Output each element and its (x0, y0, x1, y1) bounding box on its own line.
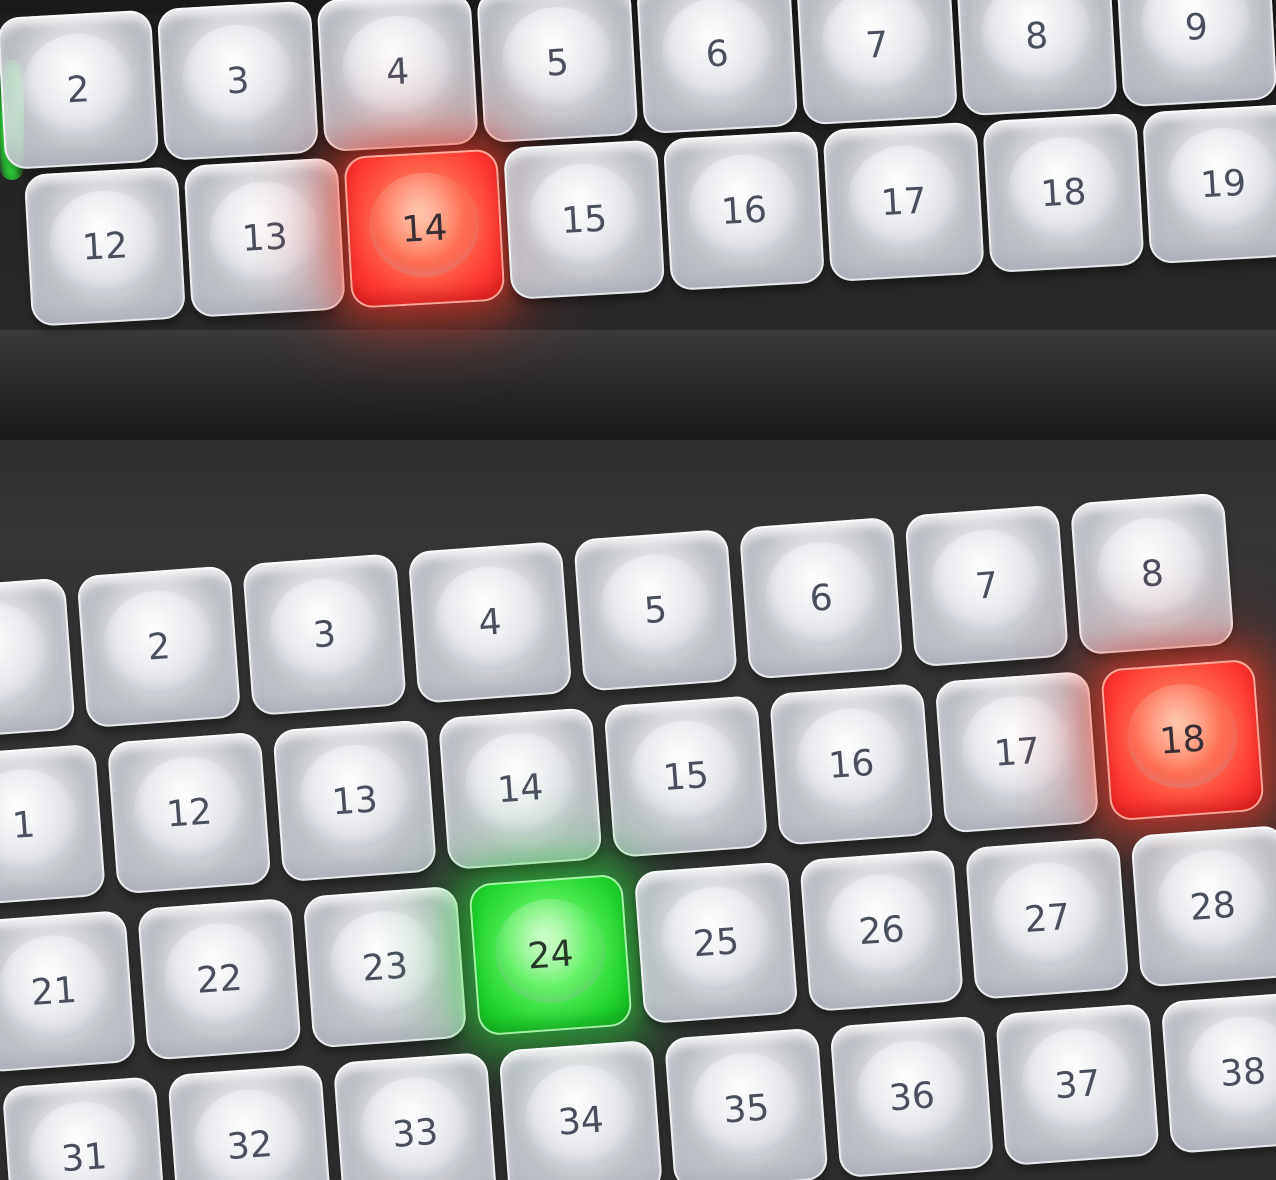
key-3[interactable]: 3 (242, 553, 407, 717)
key-2[interactable]: 2 (76, 565, 242, 729)
key-35[interactable]: 35 (663, 1027, 829, 1180)
key-label: 18 (1158, 717, 1207, 763)
key-36[interactable]: 36 (829, 1015, 995, 1179)
key-3[interactable]: 3 (156, 0, 320, 162)
key-label: 2 (145, 625, 172, 669)
key-label: 8 (1139, 552, 1166, 596)
key-5[interactable]: 5 (573, 528, 738, 692)
key-label: 6 (704, 32, 730, 76)
key-label: 13 (330, 778, 380, 823)
key-label: 12 (164, 790, 214, 836)
key-label: 15 (661, 754, 711, 799)
key-2[interactable]: 2 (0, 9, 160, 170)
key-18[interactable]: 18 (1100, 658, 1265, 822)
key-label: 27 (1022, 896, 1072, 941)
key-label: 23 (360, 944, 410, 990)
key-label: 7 (864, 24, 890, 67)
key-label: 33 (390, 1111, 440, 1156)
key-25[interactable]: 25 (633, 861, 799, 1025)
key-label: 22 (195, 957, 244, 1002)
keypad-photo: 2 3 4 5 6 7 8 9 12 13 14 15 16 17 18 19 2 3 4 5 6 7 8 1 12 13 14 1… (0, 0, 1276, 1180)
key-label: 1 (10, 803, 37, 847)
key-label: 16 (827, 742, 876, 787)
key-16[interactable]: 16 (662, 130, 826, 291)
key-6[interactable]: 6 (738, 516, 904, 680)
key-38[interactable]: 38 (1160, 991, 1276, 1154)
key-label: 34 (556, 1099, 606, 1144)
key-16[interactable]: 16 (769, 682, 934, 846)
key-label: 28 (1188, 884, 1238, 929)
key-label: 37 (1053, 1062, 1102, 1107)
key-label: 4 (477, 601, 503, 644)
key-label: 12 (80, 224, 129, 269)
key-22[interactable]: 22 (137, 897, 302, 1061)
key-13[interactable]: 13 (183, 157, 346, 318)
key-33[interactable]: 33 (332, 1051, 498, 1180)
key-blank[interactable] (0, 577, 76, 741)
key-18[interactable]: 18 (982, 112, 1145, 274)
key-21[interactable]: 21 (0, 909, 137, 1073)
key-8[interactable]: 8 (1069, 492, 1235, 656)
key-4[interactable]: 4 (316, 0, 479, 153)
key-label: 13 (240, 215, 289, 260)
key-28[interactable]: 28 (1130, 824, 1276, 988)
key-23[interactable]: 23 (302, 885, 468, 1049)
key-5[interactable]: 5 (476, 0, 639, 144)
key-15[interactable]: 15 (603, 695, 769, 858)
key-label: 15 (560, 197, 609, 242)
key-8[interactable]: 8 (955, 0, 1118, 117)
key-label: 3 (311, 613, 338, 656)
key-7[interactable]: 7 (795, 0, 959, 126)
key-7[interactable]: 7 (904, 504, 1070, 668)
key-4[interactable]: 4 (407, 541, 573, 704)
key-label: 25 (691, 920, 741, 965)
key-label: 19 (1199, 162, 1248, 206)
lower-keypad: 2 3 4 5 6 7 8 1 12 13 14 15 16 17 18 21 22 23 24 25 26 27 28 31… (0, 486, 1276, 1180)
key-34[interactable]: 34 (498, 1039, 664, 1180)
key-label: 38 (1218, 1050, 1268, 1095)
key-26[interactable]: 26 (799, 849, 964, 1013)
key-12[interactable]: 12 (106, 731, 272, 895)
key-17[interactable]: 17 (934, 670, 1100, 834)
key-label: 21 (29, 969, 79, 1014)
key-27[interactable]: 27 (964, 837, 1130, 1000)
key-17[interactable]: 17 (822, 121, 985, 283)
key-19[interactable]: 19 (1142, 103, 1276, 265)
key-label: 32 (225, 1123, 275, 1168)
key-label: 8 (1024, 15, 1050, 58)
key-14[interactable]: 14 (437, 707, 603, 871)
key-14[interactable]: 14 (343, 148, 506, 309)
key-31[interactable]: 31 (1, 1076, 167, 1180)
key-label: 35 (721, 1086, 771, 1132)
key-label: 2 (65, 68, 91, 111)
key-label: 24 (526, 932, 575, 978)
key-label: 3 (225, 59, 251, 102)
key-label: 9 (1183, 6, 1209, 49)
key-label: 31 (59, 1135, 109, 1180)
key-label: 6 (808, 576, 835, 620)
key-13[interactable]: 13 (272, 719, 438, 883)
key-37[interactable]: 37 (995, 1003, 1160, 1167)
key-15[interactable]: 15 (503, 139, 666, 300)
key-1[interactable]: 1 (0, 743, 106, 907)
key-label: 14 (495, 766, 545, 811)
key-label: 4 (385, 50, 411, 94)
key-label: 14 (400, 206, 449, 251)
upper-housing-rail (0, 330, 1276, 440)
key-label: 7 (973, 564, 1000, 608)
key-label: 26 (857, 908, 906, 953)
key-label: 17 (879, 180, 928, 224)
key-label: 17 (992, 730, 1042, 775)
key-label: 16 (719, 189, 768, 233)
key-24[interactable]: 24 (468, 873, 633, 1037)
key-label: 5 (642, 589, 669, 632)
key-12[interactable]: 12 (23, 166, 187, 327)
key-6[interactable]: 6 (636, 0, 799, 135)
key-label: 5 (544, 41, 570, 85)
key-9[interactable]: 9 (1115, 0, 1276, 108)
key-32[interactable]: 32 (167, 1064, 333, 1180)
key-label: 18 (1039, 171, 1088, 215)
key-label: 36 (887, 1074, 937, 1119)
